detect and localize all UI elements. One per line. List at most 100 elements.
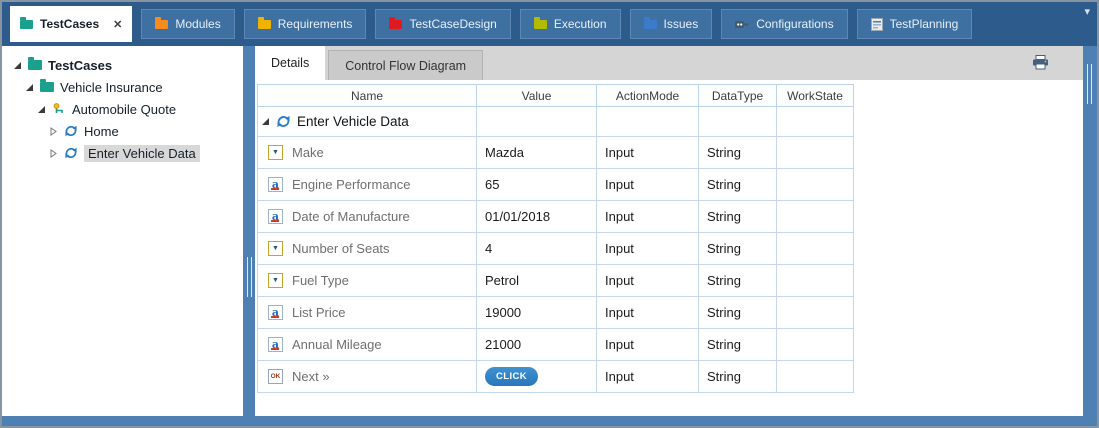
tree-item-testcases[interactable]: TestCases xyxy=(2,54,243,76)
tab-overflow-chevron[interactable]: ▾ xyxy=(1084,5,1090,18)
tab-configurations[interactable]: Configurations xyxy=(721,9,847,39)
column-header-datatype[interactable]: DataType xyxy=(699,84,777,107)
datatype-cell[interactable]: String xyxy=(699,297,777,329)
actionmode-cell[interactable]: Input xyxy=(597,265,699,297)
attribute-name: Number of Seats xyxy=(292,241,390,256)
value-cell[interactable]: 65 xyxy=(477,169,597,201)
tab-label: TestCaseDesign xyxy=(409,17,496,31)
value-cell[interactable]: 21000 xyxy=(477,329,597,361)
expanded-arrow-icon[interactable] xyxy=(36,105,46,114)
workstate-cell xyxy=(777,137,854,169)
workstate-cell xyxy=(777,201,854,233)
combobox-icon xyxy=(268,145,283,160)
ok-button-icon xyxy=(268,369,283,384)
tab-label: Configurations xyxy=(756,17,833,31)
expanded-arrow-icon[interactable] xyxy=(12,61,22,70)
collapsed-arrow-icon[interactable] xyxy=(48,127,58,136)
print-icon[interactable] xyxy=(1032,55,1049,70)
tab-label: Modules xyxy=(175,17,220,31)
click-button[interactable]: CLICK xyxy=(485,367,538,386)
close-tab-icon[interactable]: ✕ xyxy=(113,18,122,31)
datatype-cell[interactable]: String xyxy=(699,137,777,169)
datatype-cell[interactable]: String xyxy=(699,329,777,361)
actionmode-cell[interactable]: Input xyxy=(597,201,699,233)
workstate-cell xyxy=(777,361,854,393)
app-window: TestCases ✕ Modules Requirements TestCas… xyxy=(0,0,1099,428)
table-row-list-price[interactable]: List Price 19000 Input String xyxy=(257,297,854,329)
expanded-arrow-icon[interactable] xyxy=(261,117,270,126)
datatype-cell[interactable]: String xyxy=(699,361,777,393)
actionmode-cell[interactable]: Input xyxy=(597,361,699,393)
collapsed-arrow-icon[interactable] xyxy=(48,149,58,158)
folder-icon xyxy=(40,82,54,92)
tab-control-flow-diagram[interactable]: Control Flow Diagram xyxy=(328,50,483,80)
attribute-name: Next » xyxy=(292,369,330,384)
textbox-icon xyxy=(268,177,283,192)
teststep-sync-icon xyxy=(276,114,291,129)
tab-details[interactable]: Details xyxy=(255,46,325,80)
group-row-enter-vehicle-data[interactable]: Enter Vehicle Data xyxy=(257,107,854,137)
configurations-icon xyxy=(735,19,749,30)
value-cell[interactable]: 4 xyxy=(477,233,597,265)
tab-testcases[interactable]: TestCases ✕ xyxy=(10,6,132,42)
workstate-cell xyxy=(777,233,854,265)
actionmode-cell[interactable]: Input xyxy=(597,297,699,329)
right-scroll-grip[interactable] xyxy=(1087,64,1092,104)
textbox-icon xyxy=(268,337,283,352)
table-row-number-of-seats[interactable]: Number of Seats 4 Input String xyxy=(257,233,854,265)
expanded-arrow-icon[interactable] xyxy=(24,83,34,92)
tab-requirements[interactable]: Requirements xyxy=(244,9,367,39)
table-row-fuel-type[interactable]: Fuel Type Petrol Input String xyxy=(257,265,854,297)
tree-item-enter-vehicle-data[interactable]: Enter Vehicle Data xyxy=(2,142,243,164)
value-cell[interactable]: 19000 xyxy=(477,297,597,329)
tab-issues[interactable]: Issues xyxy=(630,9,713,39)
tree-item-vehicle-insurance[interactable]: Vehicle Insurance xyxy=(2,76,243,98)
tree-item-automobile-quote[interactable]: Automobile Quote xyxy=(2,98,243,120)
column-header-actionmode[interactable]: ActionMode xyxy=(597,84,699,107)
teststep-sync-icon xyxy=(64,146,78,160)
tab-testplanning[interactable]: TestPlanning xyxy=(857,9,973,39)
datatype-cell[interactable]: String xyxy=(699,233,777,265)
attribute-name: Annual Mileage xyxy=(292,337,382,352)
actionmode-cell[interactable]: Input xyxy=(597,233,699,265)
value-cell[interactable]: Mazda xyxy=(477,137,597,169)
table-row-annual-mileage[interactable]: Annual Mileage 21000 Input String xyxy=(257,329,854,361)
testplanning-icon xyxy=(871,18,883,31)
value-cell[interactable]: 01/01/2018 xyxy=(477,201,597,233)
tree-item-label: TestCases xyxy=(48,58,112,73)
table-row-date-of-manufacture[interactable]: Date of Manufacture 01/01/2018 Input Str… xyxy=(257,201,854,233)
group-label: Enter Vehicle Data xyxy=(297,114,409,129)
actionmode-cell[interactable]: Input xyxy=(597,137,699,169)
value-cell[interactable]: Petrol xyxy=(477,265,597,297)
table-row-engine-performance[interactable]: Engine Performance 65 Input String xyxy=(257,169,854,201)
workstate-cell xyxy=(777,297,854,329)
details-panel: Details Control Flow Diagram Name Value … xyxy=(255,46,1083,416)
tree-item-label: Enter Vehicle Data xyxy=(84,145,200,162)
actionmode-cell[interactable]: Input xyxy=(597,169,699,201)
datatype-cell[interactable]: String xyxy=(699,169,777,201)
column-header-value[interactable]: Value xyxy=(477,84,597,107)
details-tab-strip: Details Control Flow Diagram xyxy=(255,46,1083,80)
folder-icon xyxy=(28,60,42,70)
tree-item-home[interactable]: Home xyxy=(2,120,243,142)
issues-folder-icon xyxy=(644,20,657,29)
table-row-next[interactable]: Next » CLICK Input String xyxy=(257,361,854,393)
teststep-sync-icon xyxy=(64,124,78,138)
workstate-cell xyxy=(777,329,854,361)
column-header-name[interactable]: Name xyxy=(257,84,477,107)
actionmode-cell[interactable]: Input xyxy=(597,329,699,361)
tab-execution[interactable]: Execution xyxy=(520,9,621,39)
textbox-icon xyxy=(268,305,283,320)
column-header-workstate[interactable]: WorkState xyxy=(777,84,854,107)
workspace-tab-bar: TestCases ✕ Modules Requirements TestCas… xyxy=(2,2,1097,46)
value-cell: CLICK xyxy=(477,361,597,393)
table-row-make[interactable]: Make Mazda Input String xyxy=(257,137,854,169)
vertical-splitter-grip[interactable] xyxy=(247,257,252,297)
textbox-icon xyxy=(268,209,283,224)
execution-folder-icon xyxy=(534,20,547,29)
datatype-cell[interactable]: String xyxy=(699,265,777,297)
combobox-icon xyxy=(268,273,283,288)
tab-testcasedesign[interactable]: TestCaseDesign xyxy=(375,9,510,39)
datatype-cell[interactable]: String xyxy=(699,201,777,233)
tab-modules[interactable]: Modules xyxy=(141,9,234,39)
